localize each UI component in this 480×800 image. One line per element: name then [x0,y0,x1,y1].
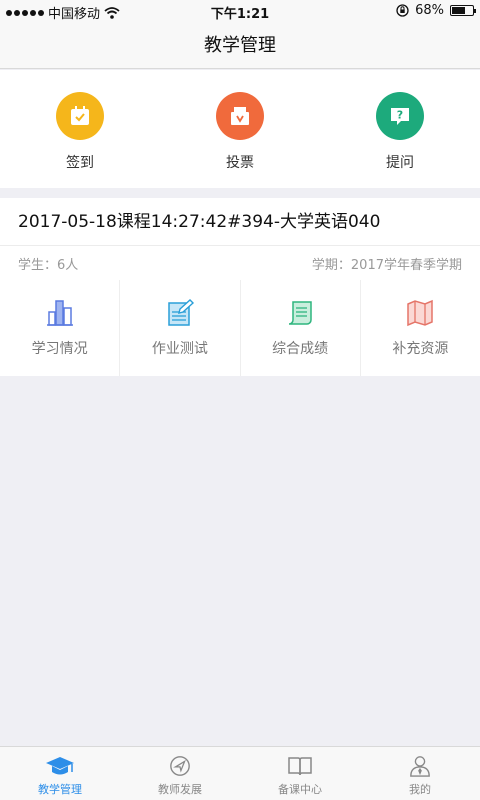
supplementary-resources-label: 补充资源 [392,341,449,357]
vote-icon [216,92,264,140]
vote-label: 投票 [226,155,254,171]
course-meta: 学生：6人 学期：2017学年春季学期 [0,246,480,280]
course-card: 2017-05-18课程14:27:42#394-大学英语040 学生：6人 学… [0,198,480,376]
overall-grade-label: 综合成绩 [272,341,329,357]
svg-text:?: ? [397,109,403,122]
tab-label: 备课中心 [278,783,322,796]
graduation-cap-icon [46,757,74,775]
battery-percent: 68% [415,3,444,18]
quick-actions: 签到 投票 ? 提问 [0,70,480,188]
page-title: 教学管理 [0,22,480,69]
map-icon [407,299,434,327]
profile-icon [410,756,430,777]
check-in-button[interactable]: 签到 [0,70,160,188]
question-icon: ? [376,92,424,140]
tab-teaching-management[interactable]: 教学管理 [0,747,120,800]
tab-mine[interactable]: 我的 [360,747,480,800]
status-right: 68% [396,3,476,18]
homework-icon [168,299,194,326]
learning-status-button[interactable]: 学习情况 [0,280,121,376]
tab-label: 教师发展 [158,783,202,796]
battery-icon [450,5,476,16]
student-count: 学生：6人 [18,257,79,273]
question-button[interactable]: ? 提问 [320,70,480,188]
course-tools: 学习情况 作业测试 综合成绩 补充资源 [0,280,480,376]
tab-label: 教学管理 [38,783,82,796]
tab-bar: 教学管理 教师发展 备课中心 我的 [0,746,480,800]
overall-grade-button[interactable]: 综合成绩 [241,280,361,376]
compass-icon [170,756,190,776]
term-label: 学期：2017学年春季学期 [311,257,462,273]
learning-status-label: 学习情况 [31,341,88,357]
tab-label: 我的 [409,783,431,796]
scroll-icon [288,301,312,325]
homework-test-label: 作业测试 [151,341,208,357]
homework-test-button[interactable]: 作业测试 [120,280,241,376]
bar-chart-icon [46,300,73,326]
status-bar: 中国移动 下午1:21 68% [0,0,480,22]
orientation-lock-icon [396,4,409,17]
tab-lesson-prep-center[interactable]: 备课中心 [240,747,360,800]
supplementary-resources-button[interactable]: 补充资源 [361,280,480,376]
check-in-label: 签到 [66,155,94,171]
vote-button[interactable]: 投票 [160,70,320,188]
book-icon [288,757,312,776]
tab-teacher-development[interactable]: 教师发展 [120,747,240,800]
question-label: 提问 [386,155,414,171]
course-title[interactable]: 2017-05-18课程14:27:42#394-大学英语040 [0,198,480,246]
check-in-icon [56,92,104,140]
